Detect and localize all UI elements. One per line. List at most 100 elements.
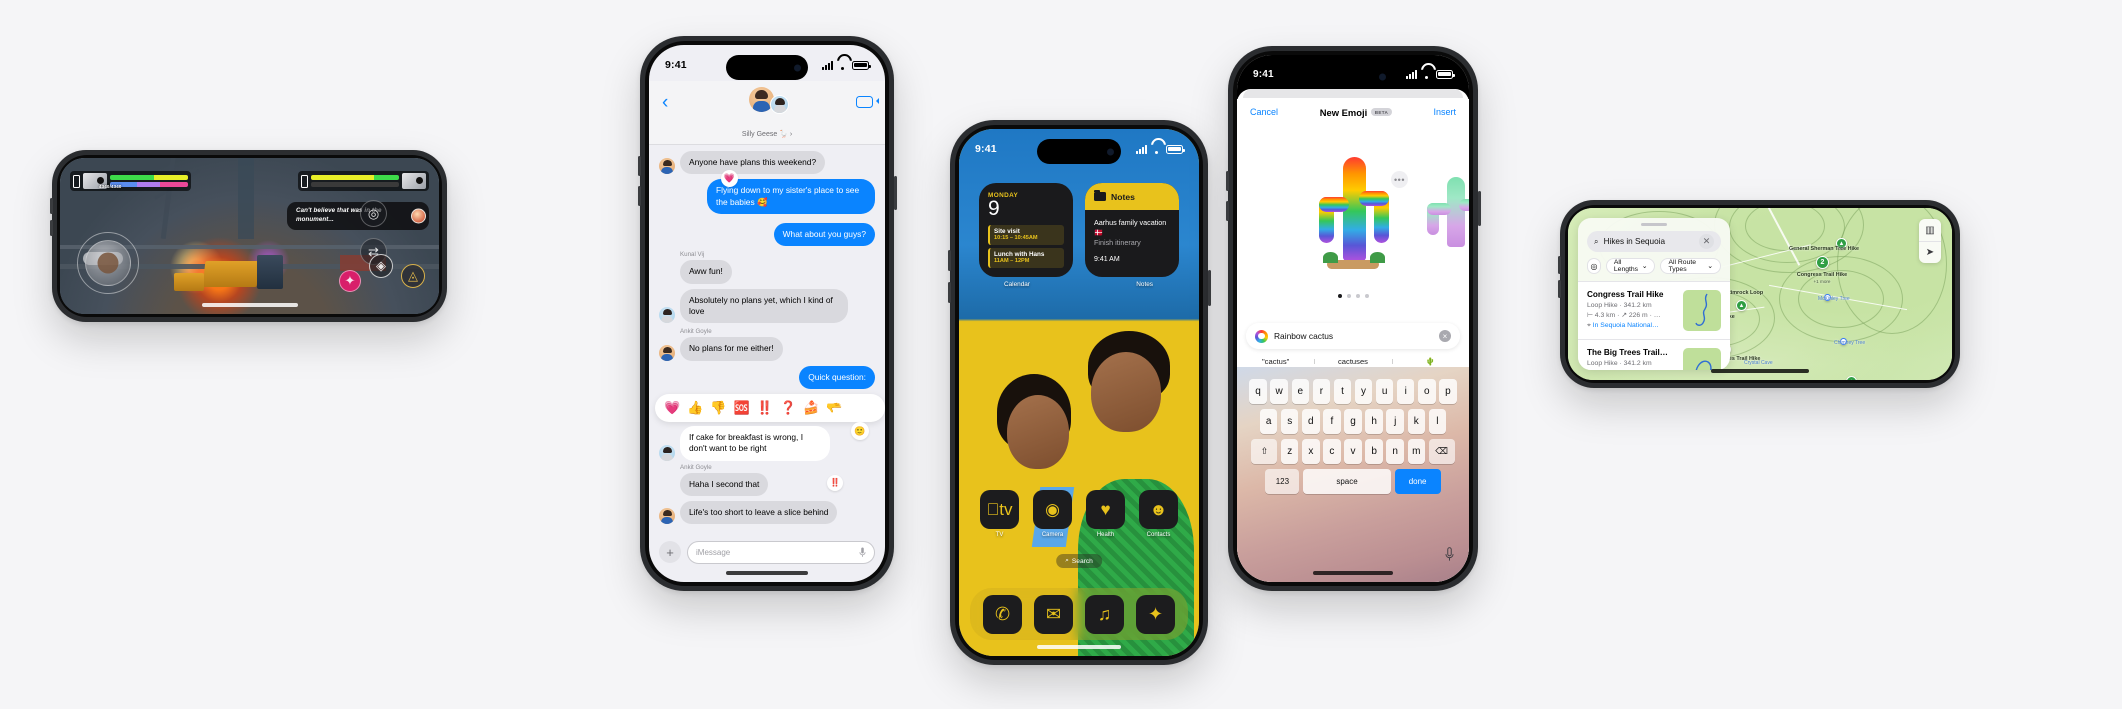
notes-widget[interactable]: Notes Aarhus family vacation 🇩🇰 Finish i… xyxy=(1085,183,1179,277)
more-options-icon[interactable]: ••• xyxy=(1391,171,1408,188)
emoji-carousel[interactable]: ••• xyxy=(1237,129,1469,298)
app-icon-camera[interactable]: ◉ Camera xyxy=(1033,490,1072,538)
key-n[interactable]: n xyxy=(1386,439,1404,464)
reaction-emoji[interactable]: ‼️ xyxy=(757,400,773,416)
key-m[interactable]: m xyxy=(1407,439,1426,464)
key-x[interactable]: x xyxy=(1302,439,1320,464)
map-pin-trail[interactable]: ▲ xyxy=(1736,300,1747,311)
key-i[interactable]: i xyxy=(1396,379,1415,404)
cancel-button[interactable]: Cancel xyxy=(1250,107,1278,117)
shift-key[interactable]: ⇧ xyxy=(1251,439,1278,464)
key-b[interactable]: b xyxy=(1365,439,1383,464)
message-bubble[interactable]: Anyone have plans this weekend? xyxy=(680,151,826,175)
microphone-icon[interactable] xyxy=(859,547,866,558)
key-s[interactable]: s xyxy=(1280,409,1299,434)
message-bubble[interactable]: What about you guys? xyxy=(773,223,875,247)
volume-up-button[interactable] xyxy=(947,250,951,271)
generated-emoji-primary[interactable] xyxy=(1309,157,1397,269)
map-search-field[interactable]: ⌕ Hikes in Sequoia ✕ xyxy=(1587,231,1721,252)
filter-all-lengths[interactable]: All Lengths ⌄ xyxy=(1605,258,1656,274)
special-button[interactable]: ✦ xyxy=(339,270,361,292)
space-key[interactable]: space xyxy=(1303,469,1391,494)
message-composer[interactable]: + iMessage xyxy=(649,536,885,568)
compass-icon[interactable]: ✦ xyxy=(1136,594,1175,634)
tapback-exclaim[interactable]: ‼️ xyxy=(827,474,843,491)
key-z[interactable]: z xyxy=(1280,439,1299,464)
message-bubble[interactable]: Quick question: xyxy=(799,365,875,390)
key-j[interactable]: j xyxy=(1386,409,1404,434)
reaction-emoji[interactable]: 💗 xyxy=(664,400,680,416)
calendar-widget[interactable]: MONDAY 9 Site visit 10:15 – 10:45AM Lunc… xyxy=(979,183,1073,277)
reaction-emoji[interactable]: 👍 xyxy=(687,400,703,416)
trail-result-row[interactable]: The Big Trees Trail… Loop Hike · 341.2 k… xyxy=(1578,339,1730,370)
home-indicator[interactable] xyxy=(1037,645,1121,649)
app-icon-health[interactable]: ♥ Health xyxy=(1086,490,1125,538)
page-dot[interactable] xyxy=(1364,294,1369,298)
generated-emoji-secondary[interactable] xyxy=(1423,177,1469,249)
locate-arrow-icon[interactable]: ➤ xyxy=(1919,241,1941,263)
key-w[interactable]: w xyxy=(1270,379,1288,404)
mail-icon[interactable]: ✉ xyxy=(1034,594,1073,634)
key-y[interactable]: y xyxy=(1354,379,1373,404)
key-u[interactable]: u xyxy=(1375,379,1394,404)
map-layers-icon[interactable]: ▥ xyxy=(1919,219,1941,241)
volume-down-button[interactable] xyxy=(50,220,53,236)
maps-screen[interactable]: ▲ 2 ▲ ▲ ▲ ▲ General Sherman Tree Hike Co… xyxy=(1568,208,1952,380)
prediction-item[interactable]: cactuses xyxy=(1314,357,1391,366)
volume-down-button[interactable] xyxy=(637,186,641,206)
sheet-grabber[interactable] xyxy=(1243,89,1463,98)
prediction-item[interactable]: 🌵 xyxy=(1391,357,1469,366)
key-f[interactable]: f xyxy=(1323,409,1341,434)
calendar-event[interactable]: Lunch with Hans 11AM – 12PM xyxy=(988,248,1064,268)
map-pin-cluster[interactable]: 2 xyxy=(1816,256,1829,269)
key-g[interactable]: g xyxy=(1344,409,1362,434)
insert-button[interactable]: Insert xyxy=(1433,107,1456,117)
volume-up-button[interactable] xyxy=(1558,256,1561,274)
back-button[interactable]: ‹ xyxy=(662,93,668,112)
home-indicator[interactable] xyxy=(201,303,298,307)
numbers-key[interactable]: 123 xyxy=(1265,469,1300,494)
message-bubble[interactable]: Haha I second that xyxy=(680,472,769,497)
group-avatars[interactable] xyxy=(745,87,789,119)
compass-icon[interactable]: ◎ xyxy=(1587,258,1601,274)
key-p[interactable]: p xyxy=(1439,379,1457,404)
power-button[interactable] xyxy=(1207,270,1211,306)
key-k[interactable]: k xyxy=(1407,409,1426,434)
key-c[interactable]: c xyxy=(1323,439,1341,464)
boost-button[interactable]: ◬ xyxy=(401,264,425,288)
emoji-prompt-field[interactable]: Rainbow cactus × xyxy=(1246,323,1460,349)
keyboard[interactable]: q w e r t y u i o p a s d f g h j k l ⇧ … xyxy=(1237,367,1469,494)
done-key[interactable]: done xyxy=(1394,469,1441,494)
reaction-emoji[interactable]: 🍰 xyxy=(803,400,819,416)
calendar-event[interactable]: Site visit 10:15 – 10:45AM xyxy=(988,225,1064,245)
microphone-icon[interactable] xyxy=(1444,547,1455,562)
game-screen[interactable]: 4340/4340 Can't believe that was in the … xyxy=(60,158,439,314)
key-l[interactable]: l xyxy=(1428,409,1447,434)
page-dot[interactable] xyxy=(1346,294,1351,298)
map-pin-trail[interactable]: ▲ xyxy=(1846,376,1857,380)
phone-icon[interactable]: ✆ xyxy=(983,594,1022,634)
key-h[interactable]: h xyxy=(1365,409,1383,434)
attachment-plus-icon[interactable]: + xyxy=(659,541,681,563)
clear-icon[interactable]: ✕ xyxy=(1699,234,1714,249)
key-r[interactable]: r xyxy=(1312,379,1331,404)
app-icon-tv[interactable]: tv TV xyxy=(980,490,1019,538)
trail-result-row[interactable]: Congress Trail Hike Loop Hike · 341.2 km… xyxy=(1578,281,1730,339)
key-d[interactable]: d xyxy=(1302,409,1320,434)
reaction-emoji[interactable]: 🫳 xyxy=(826,400,842,416)
prediction-item[interactable]: "cactus" xyxy=(1237,357,1314,366)
group-name[interactable]: Silly Geese 🪿 › xyxy=(649,130,885,138)
home-indicator[interactable] xyxy=(726,571,808,575)
reaction-tray[interactable]: 💗 👍 👎 🆘 ‼️ ❓ 🍰 🫳 xyxy=(655,394,885,423)
key-a[interactable]: a xyxy=(1259,409,1278,434)
reaction-emoji[interactable]: 👎 xyxy=(710,400,726,416)
search-results-panel[interactable]: ⌕ Hikes in Sequoia ✕ ◎ All Lengths ⌄ All… xyxy=(1578,218,1730,370)
search-pill[interactable]: ⌕ Search xyxy=(1056,554,1102,568)
volume-down-button[interactable] xyxy=(1225,201,1229,221)
reaction-emoji[interactable]: 🆘 xyxy=(734,400,750,416)
app-icon-contacts[interactable]: ☻ Contacts xyxy=(1139,490,1178,538)
messages-screen[interactable]: 9:41 ‹ Silly Geese 🪿 › Anyone have plans… xyxy=(649,45,885,582)
power-button[interactable] xyxy=(893,176,897,210)
message-bubble[interactable]: Life's too short to leave a slice behind xyxy=(680,501,838,525)
message-bubble[interactable]: No plans for me either! xyxy=(680,337,783,361)
